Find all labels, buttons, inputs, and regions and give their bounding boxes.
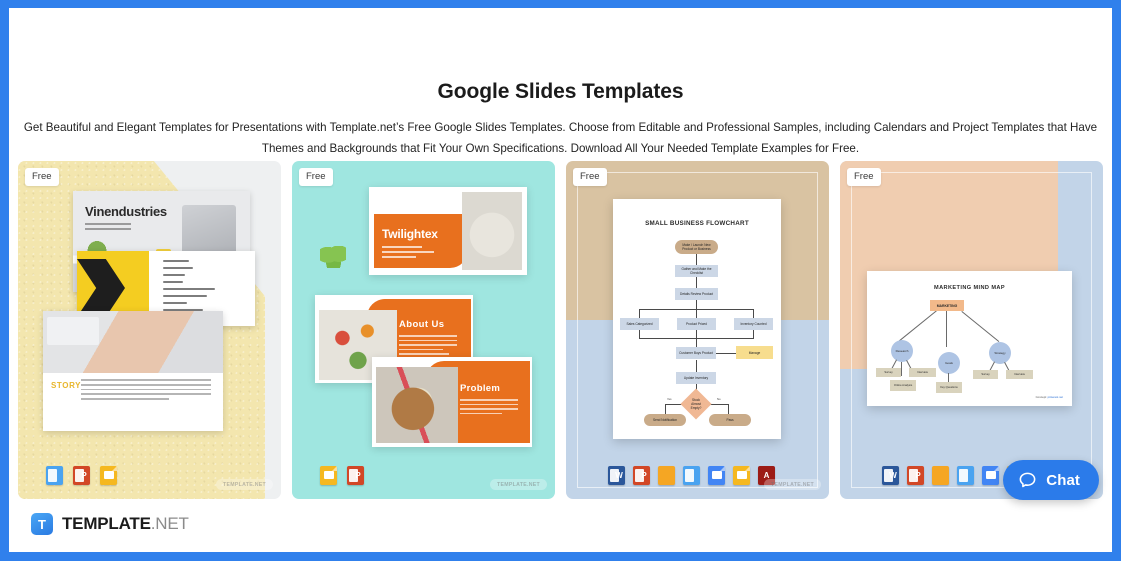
document-title: SMALL BUSINESS FLOWCHART [645, 220, 749, 227]
flow-node: Pass [709, 414, 751, 426]
google-docs-icon[interactable] [982, 466, 999, 485]
flow-node: Inventory Counted [734, 318, 773, 330]
flowchart: Make / Launch New Product or Business Ga… [613, 234, 781, 426]
pages-icon[interactable] [932, 466, 949, 485]
word-icon[interactable]: W [882, 466, 899, 485]
slide-title: About Us [399, 319, 445, 330]
slide-subtitle-lines [382, 246, 434, 261]
mindmap-leaf: Interview [909, 368, 936, 377]
mindmap-leaf: Interview [1006, 370, 1033, 379]
google-slides-icon[interactable] [733, 466, 750, 485]
logo-name: TEMPLATE [62, 514, 151, 533]
mindmap-leaf: Key Questions [936, 382, 962, 393]
mindmap-branch: Goals [938, 352, 960, 374]
document-preview: SMALL BUSINESS FLOWCHART Make / Launch N… [613, 199, 781, 439]
format-icon-row: P [320, 466, 364, 485]
slide-body-lines [460, 399, 518, 417]
flow-node: Update Inventory [676, 372, 716, 384]
page-header: Google Slides Templates Get Beautiful an… [9, 8, 1112, 160]
sprout-graphic [320, 246, 346, 268]
chat-widget-button[interactable]: Chat [1003, 460, 1099, 500]
site-logo[interactable]: T TEMPLATE.NET [31, 513, 189, 535]
flow-node: Make / Launch New Product or Business [675, 240, 718, 254]
google-docs-icon[interactable] [708, 466, 725, 485]
keynote-icon[interactable] [683, 466, 700, 485]
document-credit: Concept: pinterest.net [1036, 395, 1063, 399]
keynote-icon[interactable] [957, 466, 974, 485]
decision-branch-label: No [717, 397, 721, 401]
credit-link[interactable]: pinterest.net [1048, 395, 1063, 399]
pages-icon[interactable] [658, 466, 675, 485]
word-icon[interactable]: W [608, 466, 625, 485]
mindmap: MARKETING Research Goals Strategy Survey… [867, 296, 1072, 396]
mindmap-root: MARKETING [930, 300, 964, 311]
decision-label: Stock Almost Empty? [690, 398, 702, 410]
flow-node: Send Notification [644, 414, 686, 426]
card-watermark: TEMPLATE.NET [490, 479, 547, 490]
google-slides-icon[interactable] [320, 466, 337, 485]
flow-node: Gather and Make the Checklist [675, 265, 718, 277]
template-card-grid: Vinendustries STORY Free P TEMPLATE.NET … [18, 161, 1103, 499]
mindmap-leaf: Survey [876, 368, 901, 377]
flow-node: Details Review Product [675, 288, 718, 300]
story-body-lines [81, 379, 211, 403]
template-card-twilightex[interactable]: Twilightex About Us Problem Free P TEMPL… [292, 161, 555, 499]
flow-node: Product Priced [677, 318, 716, 330]
powerpoint-icon[interactable]: P [73, 466, 90, 485]
card-watermark: TEMPLATE.NET [764, 479, 821, 490]
format-icon-row: P [46, 466, 117, 485]
flow-node: Sales Categorized [620, 318, 659, 330]
speech-bubble-icon [1019, 472, 1036, 487]
template-card-small-business-flowchart[interactable]: SMALL BUSINESS FLOWCHART Make / Launch N… [566, 161, 829, 499]
flow-node: Customer Buys Product [676, 347, 716, 359]
template-card-marketing-mind-map[interactable]: MARKETING MIND MAP MARKETING Research Go… [840, 161, 1103, 499]
credit-prefix: Concept: [1035, 395, 1047, 399]
free-badge: Free [25, 168, 59, 186]
slide-title: Twilightex [382, 227, 438, 241]
food-photo [376, 367, 458, 443]
mindmap-branch: Research [891, 340, 913, 362]
slide-body-lines [399, 335, 457, 358]
slide-subtitle-lines [85, 223, 131, 232]
logo-text: TEMPLATE.NET [62, 514, 189, 534]
chat-label: Chat [1046, 471, 1080, 489]
slide-preview-problem: Problem [372, 357, 532, 447]
format-icon-row: W P A [608, 466, 775, 485]
slide-title: Problem [460, 383, 501, 394]
free-badge: Free [299, 168, 333, 186]
monitor-graphic [182, 205, 236, 266]
free-badge: Free [847, 168, 881, 186]
decision-branch-label: Yes [667, 397, 672, 401]
free-badge: Free [573, 168, 607, 186]
flow-node-note: Manage [736, 346, 773, 359]
logo-domain: .NET [150, 514, 189, 533]
mindmap-leaf: Survey [973, 370, 998, 379]
flow-node-decision: Stock Almost Empty? [680, 388, 712, 420]
page-sheet: Google Slides Templates Get Beautiful an… [9, 8, 1112, 552]
page-frame: Google Slides Templates Get Beautiful an… [0, 0, 1121, 561]
powerpoint-icon[interactable]: P [907, 466, 924, 485]
mindmap-branch: Strategy [989, 342, 1011, 364]
keynote-icon[interactable] [46, 466, 63, 485]
template-card-vinendustries[interactable]: Vinendustries STORY Free P TEMPLATE.NET [18, 161, 281, 499]
story-label: STORY [51, 381, 82, 390]
page-title: Google Slides Templates [437, 80, 684, 103]
document-preview: MARKETING MIND MAP MARKETING Research Go… [867, 271, 1072, 406]
google-slides-icon[interactable] [100, 466, 117, 485]
food-photo [462, 192, 522, 270]
mindmap-leaf: Online Analysis [890, 380, 916, 391]
logo-mark-icon: T [31, 513, 53, 535]
powerpoint-icon[interactable]: P [633, 466, 650, 485]
powerpoint-icon[interactable]: P [347, 466, 364, 485]
slide-preview-cover: Twilightex [369, 187, 527, 275]
document-title: MARKETING MIND MAP [934, 285, 1005, 291]
card-watermark: TEMPLATE.NET [216, 479, 273, 490]
slide-preview-story: STORY [43, 311, 223, 431]
slide-title: Vinendustries [85, 204, 167, 219]
page-subtitle: Get Beautiful and Elegant Templates for … [23, 121, 1098, 156]
keyboard-graphic [47, 317, 99, 345]
